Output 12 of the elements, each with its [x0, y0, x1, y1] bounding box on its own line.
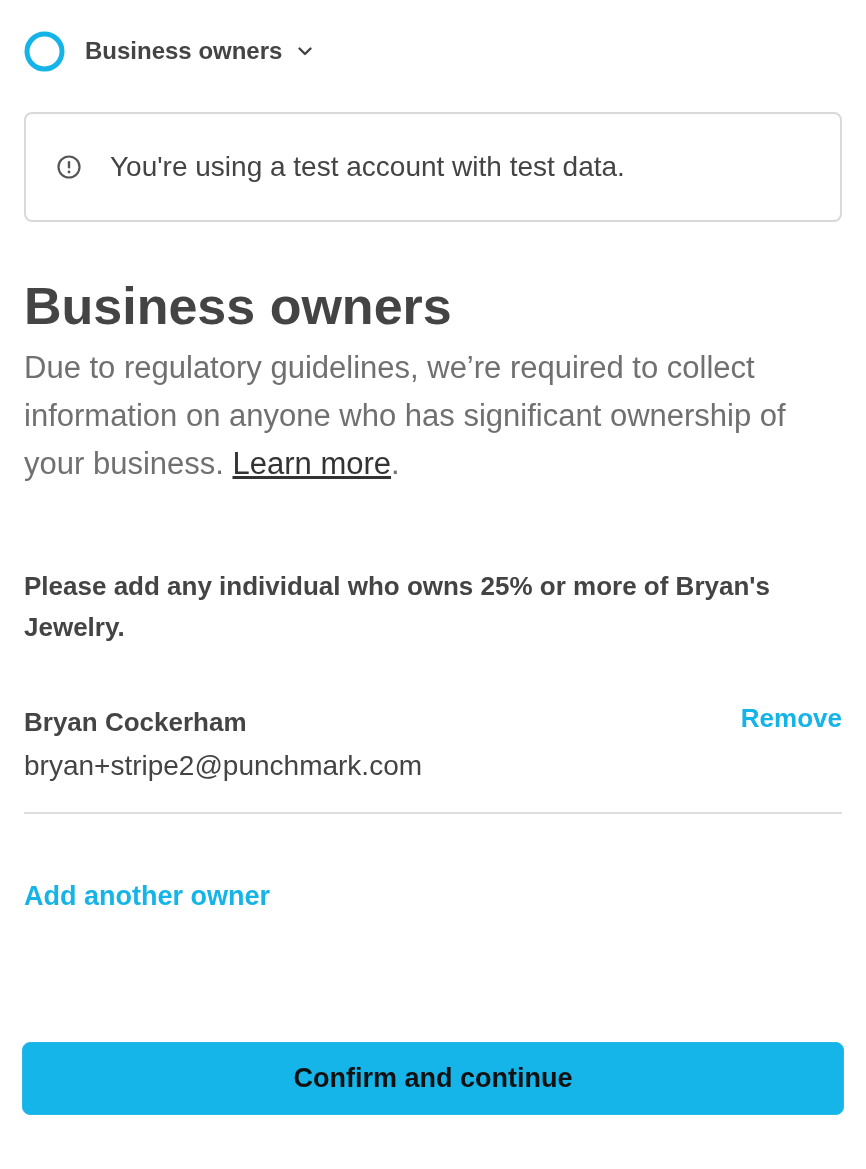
- ring-icon: [24, 30, 65, 72]
- section-dropdown[interactable]: Business owners: [85, 33, 313, 69]
- instruction-text: Please add any individual who owns 25% or more of Bryan's Jewelry.: [24, 570, 771, 644]
- description-paragraph: Due to regulatory guidelines, we’re required to collect information on anyone who has significant ownership of your business. Learn more.: [24, 349, 787, 483]
- alert-message: You're using a test account with test data.: [110, 150, 625, 184]
- learn-more-link[interactable]: Learn more: [232, 446, 392, 481]
- exclamation-circle-icon: [56, 154, 82, 180]
- page-heading: Business owners: [24, 276, 453, 337]
- owner-name: Bryan Cockerham: [24, 706, 248, 739]
- chevron-down-icon: [298, 46, 313, 56]
- confirm-button[interactable]: Confirm and continue: [22, 1042, 844, 1115]
- owner-email: bryan+stripe2@punchmark.com: [24, 749, 423, 783]
